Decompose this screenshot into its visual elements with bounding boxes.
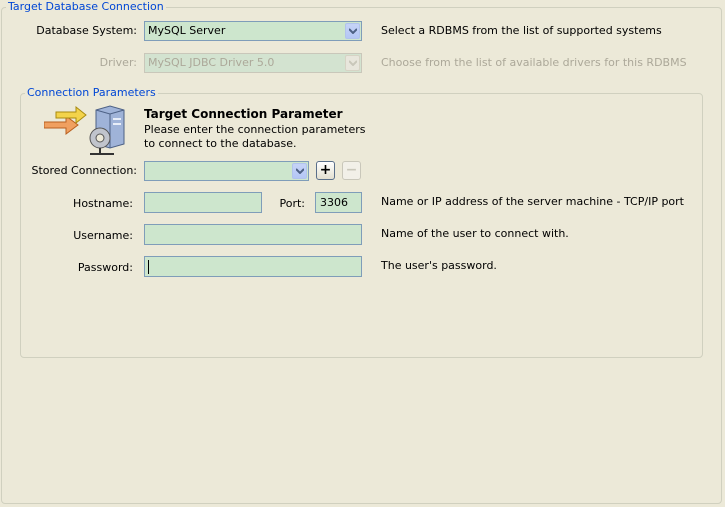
- connection-header-title: Target Connection Parameter: [144, 107, 343, 121]
- database-system-value: MySQL Server: [148, 24, 226, 37]
- port-value: 3306: [320, 196, 348, 209]
- driver-combo[interactable]: MySQL JDBC Driver 5.0: [144, 53, 362, 73]
- username-hint: Name of the user to connect with.: [381, 227, 569, 240]
- password-label: Password:: [77, 261, 133, 274]
- hostname-field[interactable]: [144, 192, 262, 213]
- hostname-label: Hostname:: [73, 197, 133, 210]
- stored-connection-label: Stored Connection:: [31, 164, 138, 177]
- port-field[interactable]: 3306: [315, 192, 362, 213]
- stored-connection-combo[interactable]: [144, 161, 309, 181]
- username-label: Username:: [73, 229, 133, 242]
- chevron-down-icon[interactable]: [345, 55, 360, 71]
- driver-value: MySQL JDBC Driver 5.0: [148, 56, 275, 69]
- driver-label: Driver:: [99, 56, 137, 69]
- driver-hint: Choose from the list of available driver…: [381, 56, 687, 69]
- connection-header-description: Please enter the connection parameters t…: [144, 123, 366, 150]
- password-hint: The user's password.: [381, 259, 497, 272]
- text-cursor: [148, 260, 149, 274]
- remove-connection-button[interactable]: −: [342, 161, 361, 180]
- password-field[interactable]: [144, 256, 362, 277]
- add-connection-button[interactable]: +: [316, 161, 335, 180]
- database-system-label: Database System:: [36, 24, 137, 37]
- username-field[interactable]: [144, 224, 362, 245]
- database-system-combo[interactable]: MySQL Server: [144, 21, 362, 41]
- chevron-down-icon[interactable]: [345, 23, 360, 39]
- target-database-connection-legend: Target Database Connection: [6, 0, 166, 13]
- database-system-hint: Select a RDBMS from the list of supporte…: [381, 24, 662, 37]
- network-server-icon: [43, 104, 130, 156]
- connection-parameters-legend: Connection Parameters: [25, 86, 158, 99]
- port-label: Port:: [279, 197, 305, 210]
- hostname-hint: Name or IP address of the server machine…: [381, 195, 684, 208]
- chevron-down-icon[interactable]: [292, 163, 307, 179]
